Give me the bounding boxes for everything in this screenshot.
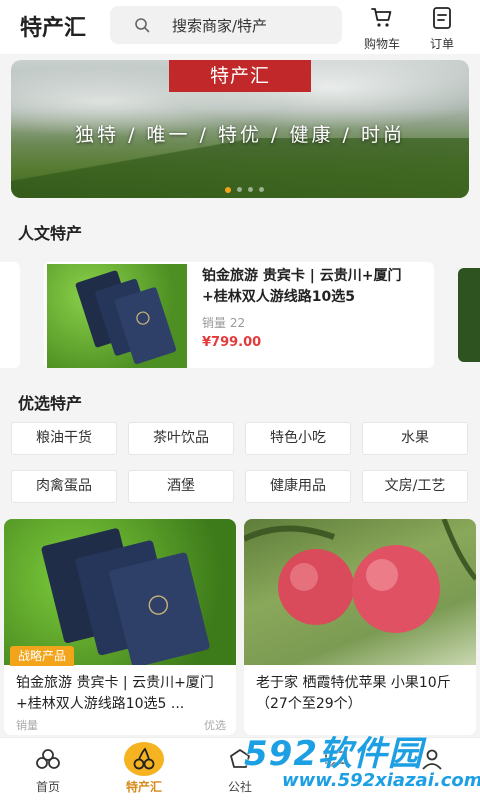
product-title: 老于家 栖霞特优苹果 小果10斤（27个至29个） xyxy=(256,675,451,712)
culture-card-price: ¥799.00 xyxy=(202,335,262,350)
section-title-culture: 人文特产 xyxy=(18,224,83,243)
product-title: 铂金旅游 贵宾卡 | 云贵川+厦门+桂林双人游线路10选5 ... xyxy=(16,675,214,712)
banner-dot[interactable] xyxy=(237,187,242,192)
category-crafts[interactable]: 文房/工艺 xyxy=(362,470,468,503)
culture-carousel[interactable]: 铂金旅游 贵宾卡 | 云贵川+厦门+桂林双人游线路10选5 销量 22 ¥799… xyxy=(0,258,480,374)
card-photo-illustration xyxy=(75,270,177,365)
product-image xyxy=(4,519,236,665)
banner-dot-active[interactable] xyxy=(225,187,231,193)
nav-label-home: 首页 xyxy=(35,780,60,794)
top-bar: 特产汇 搜索商家/特产 购物车 订单 xyxy=(0,0,480,54)
product-sales: 销量 xyxy=(16,719,38,732)
nav-item-community[interactable]: 公社 xyxy=(200,742,280,795)
section-title-preferred: 优选特产 xyxy=(18,394,83,413)
nav-item-specialty[interactable]: 特产汇 xyxy=(104,742,184,795)
user-icon xyxy=(411,742,453,776)
community-icon xyxy=(219,742,261,776)
order-icon xyxy=(433,7,451,29)
category-snacks[interactable]: 特色小吃 xyxy=(245,422,351,455)
banner-slogan: 独特 / 唯一 / 特优 / 健康 / 时尚 xyxy=(75,124,405,146)
category-grain-oil[interactable]: 粮油干货 xyxy=(11,422,117,455)
culture-card-info: 铂金旅游 贵宾卡 | 云贵川+厦门+桂林双人游线路10选5 销量 22 ¥799… xyxy=(202,266,427,350)
message-icon xyxy=(315,742,357,776)
home-icon xyxy=(27,742,69,776)
cart-icon xyxy=(371,8,392,27)
category-meat-eggs[interactable]: 肉禽蛋品 xyxy=(11,470,117,503)
order-button[interactable]: 订单 xyxy=(416,6,468,52)
nav-label-specialty: 特产汇 xyxy=(125,780,162,794)
card-photo-illustration xyxy=(244,519,476,633)
card-photo-illustration xyxy=(41,528,210,665)
carousel-prev-card[interactable] xyxy=(0,262,20,368)
cherry-icon xyxy=(124,742,164,776)
nav-item-home[interactable]: 首页 xyxy=(8,742,88,795)
product-tag: 优选 xyxy=(204,719,226,732)
product-image xyxy=(244,519,476,665)
banner-dot[interactable] xyxy=(259,187,264,192)
strategic-badge: 战略产品 xyxy=(10,646,75,666)
category-wine[interactable]: 酒堡 xyxy=(128,470,234,503)
product-image xyxy=(47,264,187,368)
culture-product-card[interactable]: 铂金旅游 贵宾卡 | 云贵川+厦门+桂林双人游线路10选5 销量 22 ¥799… xyxy=(44,262,434,368)
banner-tag: 特产汇 xyxy=(169,60,311,92)
search-icon xyxy=(135,18,150,33)
search-placeholder: 搜索商家/特产 xyxy=(172,16,268,35)
category-fruit[interactable]: 水果 xyxy=(362,422,468,455)
culture-card-title: 铂金旅游 贵宾卡 | 云贵川+厦门+桂林双人游线路10选5 xyxy=(202,268,402,305)
banner-pagination xyxy=(225,187,264,193)
nav-item-messages[interactable] xyxy=(296,742,376,776)
product-card[interactable]: 战略产品 铂金旅游 贵宾卡 | 云贵川+厦门+桂林双人游线路10选5 ... 销… xyxy=(4,519,236,735)
search-input[interactable]: 搜索商家/特产 xyxy=(110,6,342,44)
app-title: 特产汇 xyxy=(20,16,87,41)
carousel-next-card[interactable] xyxy=(458,268,480,362)
promo-banner[interactable]: 特产汇 独特 / 唯一 / 特优 / 健康 / 时尚 xyxy=(11,60,469,198)
category-health[interactable]: 健康用品 xyxy=(245,470,351,503)
nav-label-community: 公社 xyxy=(227,780,252,794)
category-tea-drinks[interactable]: 茶叶饮品 xyxy=(128,422,234,455)
cart-button[interactable]: 购物车 xyxy=(356,6,408,52)
order-label: 订单 xyxy=(429,37,454,51)
product-card[interactable]: 老于家 栖霞特优苹果 小果10斤（27个至29个） xyxy=(244,519,476,735)
banner-dot[interactable] xyxy=(248,187,253,192)
culture-card-sales: 销量 22 xyxy=(202,316,246,330)
nav-item-profile[interactable] xyxy=(392,742,472,776)
bottom-navigation: 首页 特产汇 公社 xyxy=(0,737,480,800)
cart-label: 购物车 xyxy=(363,37,400,51)
